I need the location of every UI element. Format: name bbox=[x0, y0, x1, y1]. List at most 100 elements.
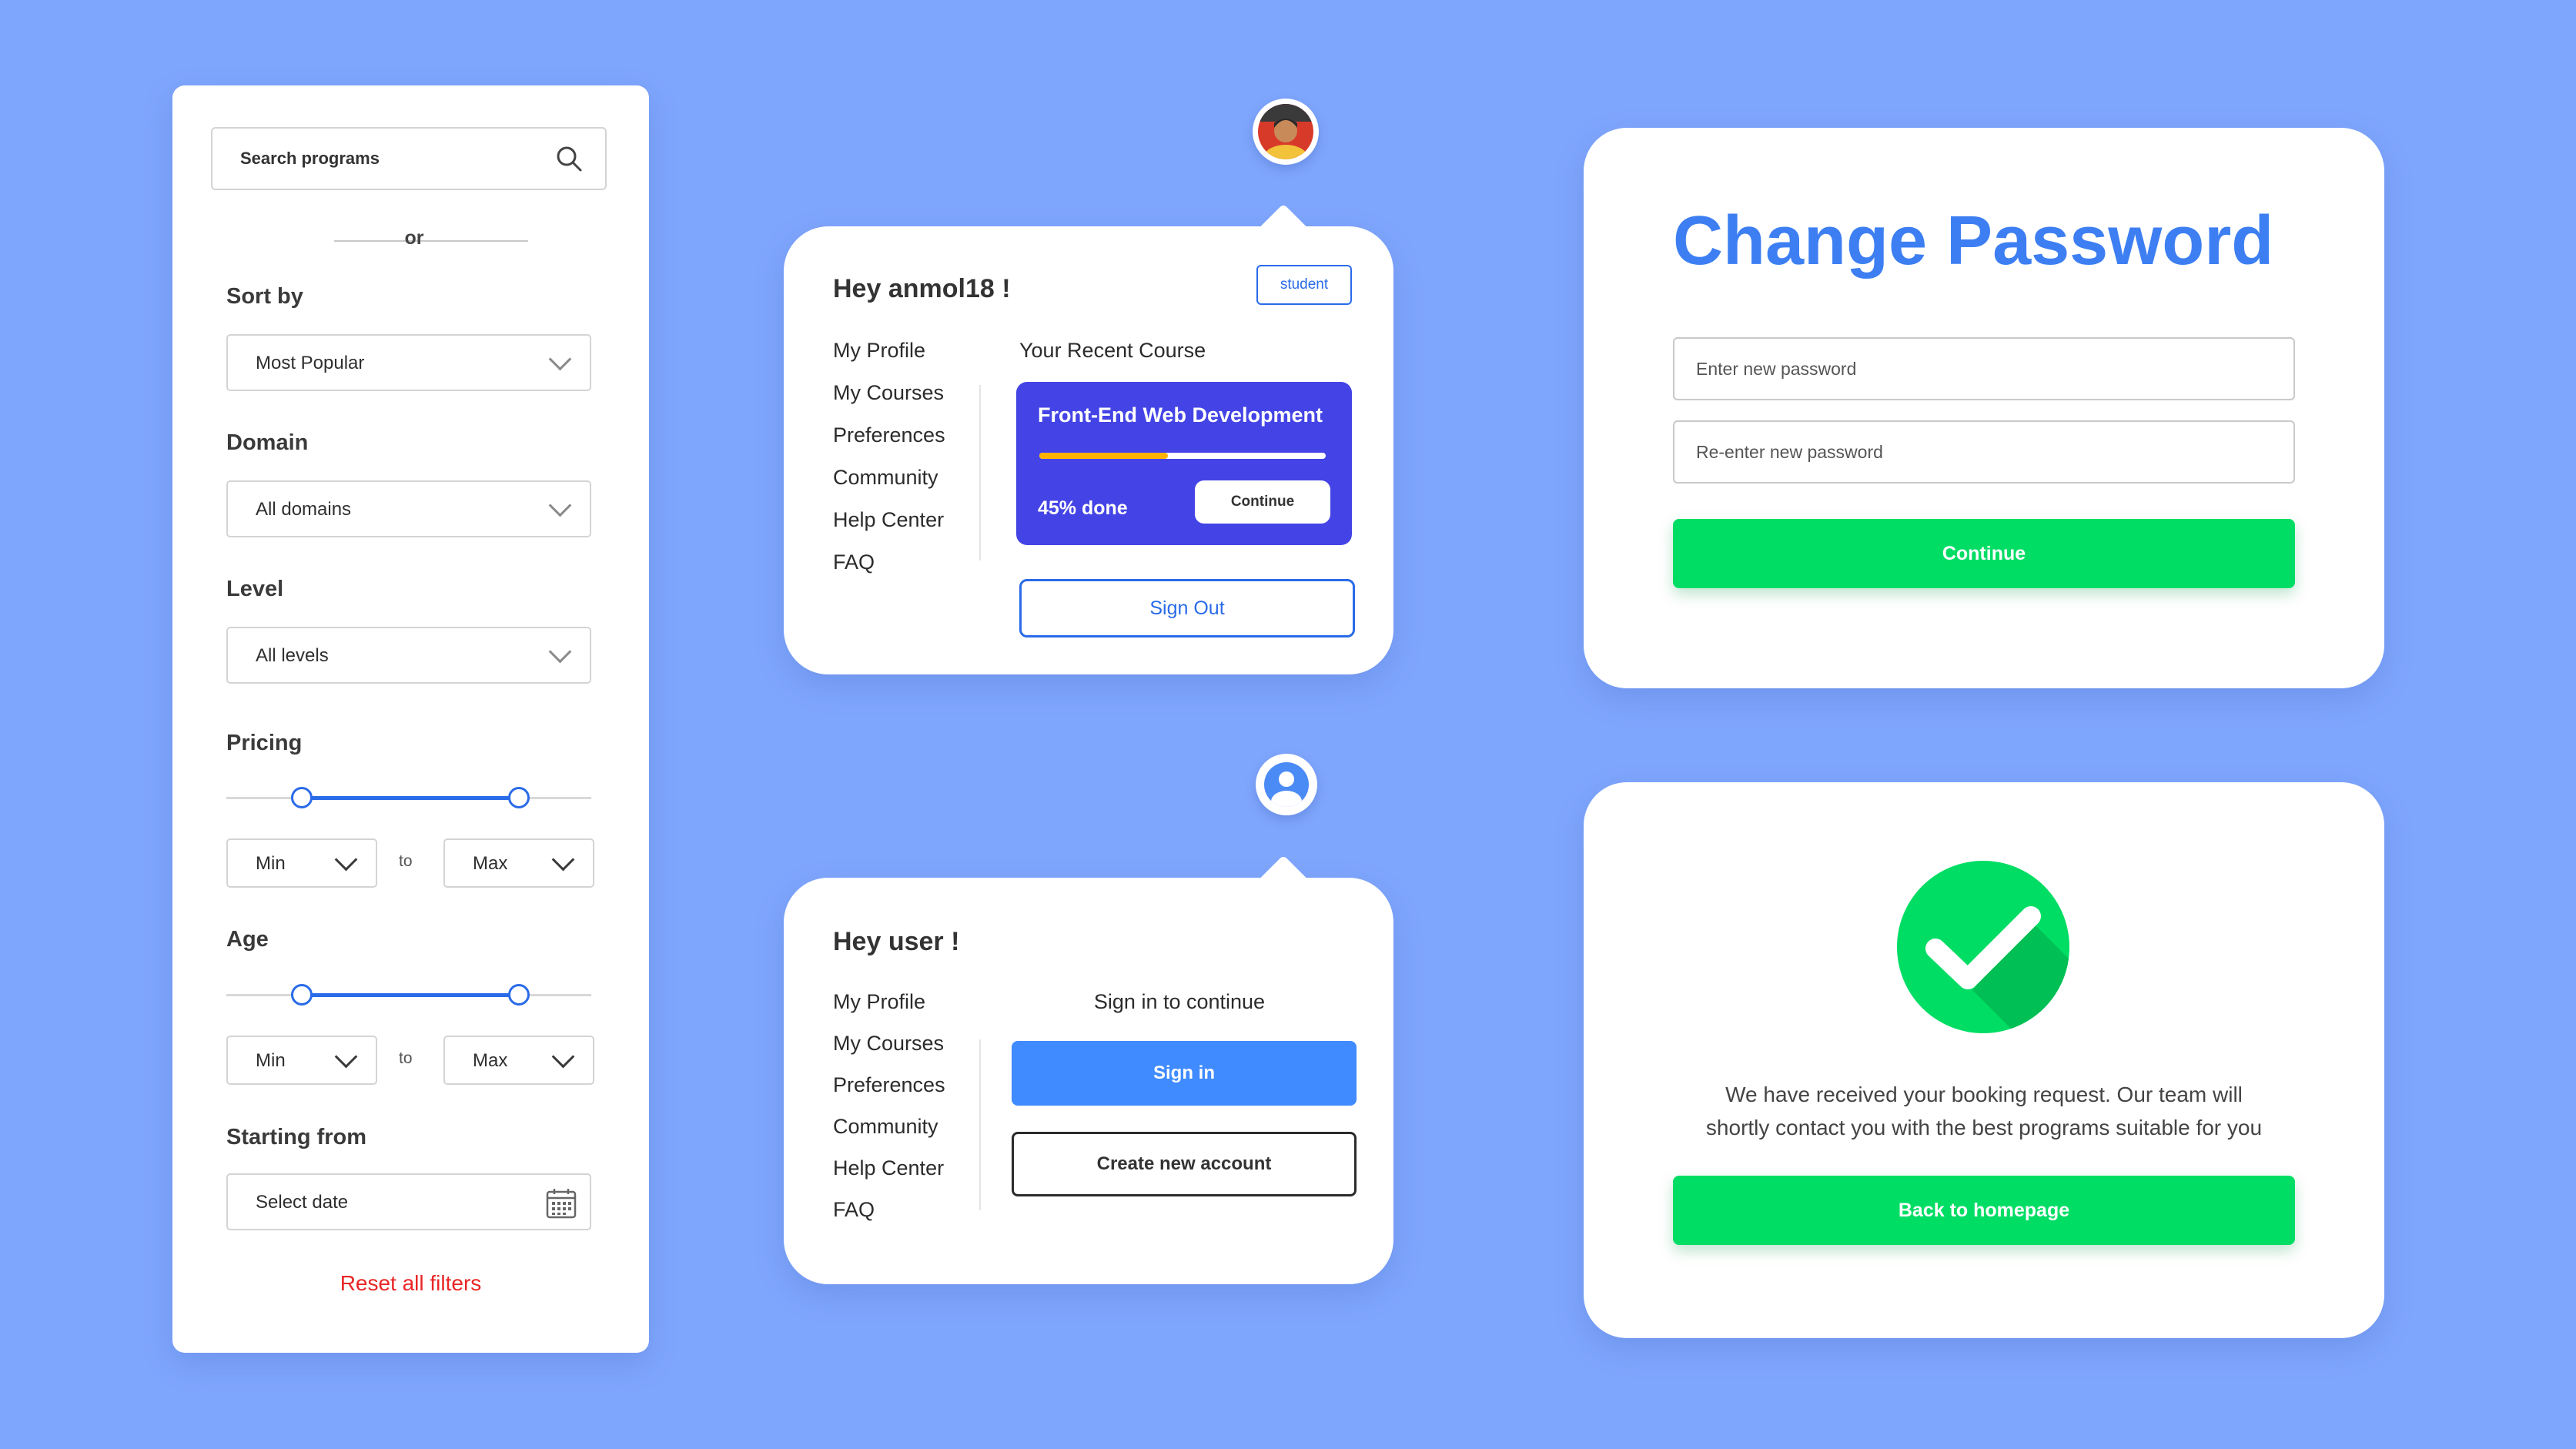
sign-out-label: Sign Out bbox=[1149, 597, 1225, 619]
pricing-min-value: Min bbox=[256, 853, 286, 874]
continue-button[interactable]: Continue bbox=[1673, 519, 2295, 588]
start-date-input[interactable]: Select date bbox=[226, 1173, 591, 1230]
menu-help-center[interactable]: Help Center bbox=[833, 508, 944, 532]
pricing-max-value: Max bbox=[473, 853, 508, 874]
pricing-label: Pricing bbox=[226, 731, 303, 755]
search-placeholder: Search programs bbox=[240, 149, 380, 168]
sort-by-select[interactable]: Most Popular bbox=[226, 334, 591, 391]
chevron-down-icon bbox=[548, 640, 572, 664]
level-value: All levels bbox=[256, 645, 329, 666]
pricing-slider-range bbox=[302, 796, 519, 800]
reenter-password-field[interactable]: Re-enter new password bbox=[1673, 420, 2295, 484]
starting-from-label: Starting from bbox=[226, 1125, 367, 1149]
back-to-homepage-label: Back to homepage bbox=[1898, 1199, 2070, 1221]
popover-arrow bbox=[1258, 203, 1309, 254]
back-to-homepage-button[interactable]: Back to homepage bbox=[1673, 1176, 2295, 1245]
age-to-label: to bbox=[399, 1049, 413, 1067]
age-min-select[interactable]: Min bbox=[226, 1036, 377, 1085]
role-badge-text: student bbox=[1280, 276, 1329, 293]
menu-my-profile[interactable]: My Profile bbox=[833, 339, 925, 363]
menu-my-profile[interactable]: My Profile bbox=[833, 990, 925, 1014]
or-label: or bbox=[404, 227, 424, 249]
reset-filters-link[interactable]: Reset all filters bbox=[172, 1271, 649, 1296]
menu-preferences[interactable]: Preferences bbox=[833, 423, 945, 447]
sort-by-value: Most Popular bbox=[256, 353, 365, 373]
profile-popover-guest: Hey user ! My Profile My Courses Prefere… bbox=[784, 855, 1393, 1284]
start-date-placeholder: Select date bbox=[256, 1192, 349, 1213]
sign-out-button[interactable]: Sign Out bbox=[1019, 579, 1355, 637]
age-max-handle[interactable] bbox=[508, 984, 530, 1006]
pricing-to-label: to bbox=[399, 852, 413, 870]
age-max-select[interactable]: Max bbox=[443, 1036, 594, 1085]
user-photo-icon bbox=[1258, 104, 1313, 159]
create-account-label: Create new account bbox=[1096, 1153, 1272, 1174]
booking-confirmation-card: We have received your booking request. O… bbox=[1584, 782, 2384, 1338]
menu-divider bbox=[979, 385, 981, 561]
level-label: Level bbox=[226, 577, 284, 601]
create-account-button[interactable]: Create new account bbox=[1012, 1132, 1357, 1196]
menu-community[interactable]: Community bbox=[833, 466, 938, 490]
canvas: { "filter": { "search_placeholder": "Sea… bbox=[0, 0, 2576, 1449]
calendar-icon[interactable] bbox=[545, 1187, 577, 1220]
success-check-icon bbox=[1897, 861, 2069, 1033]
domain-select[interactable]: All domains bbox=[226, 480, 591, 537]
chevron-down-icon bbox=[548, 494, 572, 517]
domain-value: All domains bbox=[256, 499, 352, 520]
menu-my-courses[interactable]: My Courses bbox=[833, 381, 944, 405]
new-password-placeholder: Enter new password bbox=[1696, 358, 1857, 379]
menu-my-courses[interactable]: My Courses bbox=[833, 1032, 944, 1056]
pricing-max-select[interactable]: Max bbox=[443, 838, 594, 888]
pricing-max-handle[interactable] bbox=[508, 787, 530, 808]
sort-by-label: Sort by bbox=[226, 284, 303, 309]
greeting-title: Hey user ! bbox=[833, 927, 960, 956]
course-continue-button[interactable]: Continue bbox=[1195, 480, 1330, 524]
booking-message-line2: shortly contact you with the best progra… bbox=[1705, 1116, 2263, 1139]
chevron-down-icon bbox=[548, 347, 572, 371]
role-badge: student bbox=[1256, 265, 1352, 305]
menu-preferences[interactable]: Preferences bbox=[833, 1073, 945, 1097]
course-progress-bar bbox=[1039, 453, 1326, 459]
course-title: Front-End Web Development bbox=[1038, 403, 1323, 427]
pricing-min-select[interactable]: Min bbox=[226, 838, 377, 888]
menu-divider bbox=[979, 1039, 981, 1210]
avatar[interactable] bbox=[1256, 754, 1317, 815]
menu-faq[interactable]: FAQ bbox=[833, 550, 875, 574]
age-max-value: Max bbox=[473, 1050, 508, 1071]
chevron-down-icon bbox=[551, 1045, 575, 1069]
sign-in-label: Sign in bbox=[1153, 1062, 1215, 1083]
continue-label: Continue bbox=[1942, 542, 2026, 564]
avatar[interactable] bbox=[1253, 99, 1319, 165]
search-icon[interactable] bbox=[554, 144, 585, 175]
popover-arrow bbox=[1258, 855, 1309, 905]
booking-message-line1: We have received your booking request. O… bbox=[1725, 1083, 2243, 1106]
pricing-min-handle[interactable] bbox=[291, 787, 313, 808]
menu-community[interactable]: Community bbox=[833, 1115, 938, 1139]
course-progress-text: 45% done bbox=[1038, 497, 1128, 519]
age-min-value: Min bbox=[256, 1050, 286, 1071]
user-icon bbox=[1264, 762, 1309, 807]
menu-help-center[interactable]: Help Center bbox=[833, 1156, 944, 1180]
greeting-title: Hey anmol18 ! bbox=[833, 274, 1011, 303]
reenter-password-placeholder: Re-enter new password bbox=[1696, 441, 1883, 462]
chevron-down-icon bbox=[334, 1045, 358, 1069]
sign-in-button[interactable]: Sign in bbox=[1012, 1041, 1357, 1106]
age-min-handle[interactable] bbox=[291, 984, 313, 1006]
filter-panel: Search programs or Sort by Most Popular … bbox=[172, 85, 649, 1353]
page-title: Change Password bbox=[1673, 202, 2274, 279]
course-continue-label: Continue bbox=[1230, 494, 1295, 510]
search-input[interactable]: Search programs bbox=[211, 127, 607, 190]
sign-in-prompt: Sign in to continue bbox=[1093, 990, 1266, 1013]
divider-right bbox=[430, 240, 528, 242]
profile-popover-signed-in: Hey anmol18 ! student My Profile My Cour… bbox=[784, 203, 1393, 674]
recent-course-heading: Your Recent Course bbox=[1019, 339, 1206, 362]
age-slider-range bbox=[302, 993, 519, 997]
new-password-field[interactable]: Enter new password bbox=[1673, 337, 2295, 400]
course-progress-fill bbox=[1039, 453, 1169, 459]
chevron-down-icon bbox=[551, 848, 575, 872]
menu-faq[interactable]: FAQ bbox=[833, 1198, 875, 1222]
change-password-card: Change Password Enter new password Re-en… bbox=[1584, 128, 2384, 688]
level-select[interactable]: All levels bbox=[226, 627, 591, 684]
age-label: Age bbox=[226, 927, 269, 952]
course-card[interactable]: Front-End Web Development 45% done Conti… bbox=[1016, 382, 1352, 545]
chevron-down-icon bbox=[334, 848, 358, 872]
